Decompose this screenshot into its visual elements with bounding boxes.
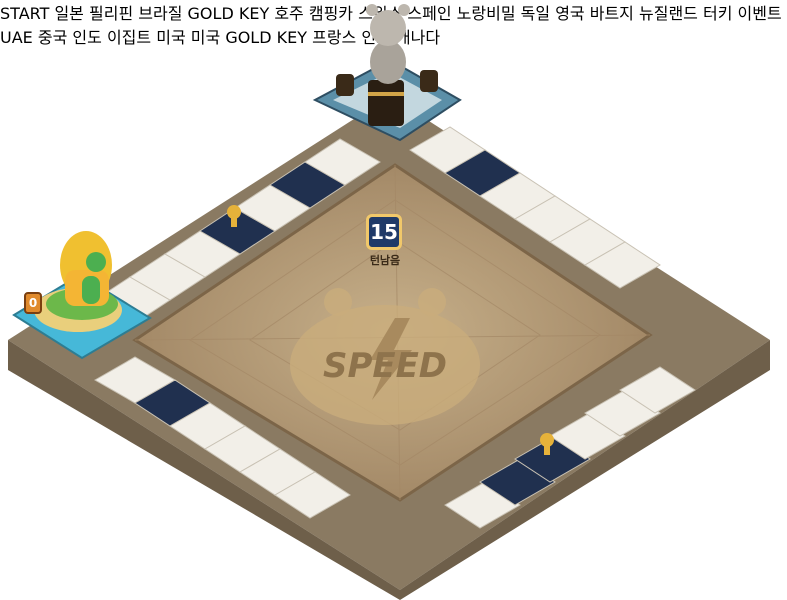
barrel-icon xyxy=(420,70,438,92)
game-board: SPEED xyxy=(8,4,770,600)
turns-remaining-label: 턴남음 xyxy=(369,254,401,267)
barrel-icon xyxy=(336,74,354,96)
turns-remaining-badge: 15 xyxy=(366,214,402,250)
rock-statue-icon xyxy=(366,4,410,84)
hut-house-icon xyxy=(60,231,112,306)
speed-logo-text: SPEED xyxy=(323,346,447,386)
top-corner-statue xyxy=(312,4,462,142)
island-counter-badge: 0 xyxy=(24,292,42,314)
